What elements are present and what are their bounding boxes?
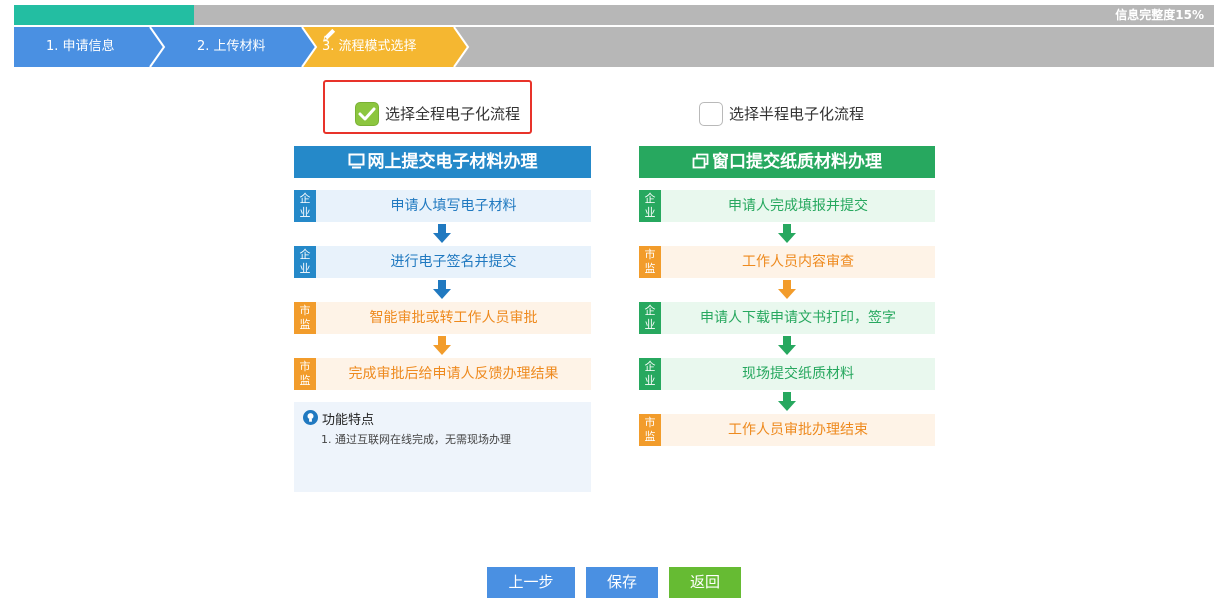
back-button[interactable]: 返回 <box>669 567 741 598</box>
role-tag-company: 企业 <box>294 246 316 278</box>
online-step-2-text: 进行电子签名并提交 <box>390 254 517 270</box>
arrow-down-icon <box>778 336 796 355</box>
full-electronic-checkbox[interactable] <box>355 102 379 126</box>
window-step-2: 市监 工作人员内容审查 <box>639 246 935 278</box>
online-step-3-text: 智能审批或转工作人员审批 <box>369 310 538 326</box>
arrow-down-icon <box>778 224 796 243</box>
progress-fill <box>14 5 194 25</box>
role-tag-supervision: 市监 <box>639 414 661 446</box>
online-step-1: 企业 申请人填写电子材料 <box>294 190 591 222</box>
features-item: 1. 通过互联网在线完成，无需现场办理 <box>321 433 511 446</box>
arrow-down-icon <box>778 392 796 411</box>
progress-bar: 信息完整度15% <box>14 5 1214 25</box>
pencil-icon <box>323 28 336 41</box>
save-button[interactable]: 保存 <box>586 567 658 598</box>
online-step-1-text: 申请人填写电子材料 <box>390 198 517 214</box>
online-step-4-text: 完成审批后给申请人反馈办理结果 <box>348 366 559 382</box>
step-2-label: 2. 上传材料 <box>197 39 266 54</box>
role-tag-supervision: 市监 <box>639 246 661 278</box>
window-step-5: 市监 工作人员审批办理结束 <box>639 414 935 446</box>
mode-half-electronic[interactable]: 选择半程电子化流程 <box>699 100 889 128</box>
window-step-1-text: 申请人完成填报并提交 <box>728 198 868 214</box>
arrow-down-icon <box>433 336 451 355</box>
role-tag-company: 企业 <box>639 190 661 222</box>
window-step-2-text: 工作人员内容审查 <box>742 254 854 270</box>
role-tag-company: 企业 <box>639 358 661 390</box>
lightbulb-icon <box>303 410 318 425</box>
window-step-3: 企业 申请人下载申请文书打印，签字 <box>639 302 935 334</box>
online-step-4: 市监 完成审批后给申请人反馈办理结果 <box>294 358 591 390</box>
online-panel-header: 网上提交电子材料办理 <box>294 146 591 178</box>
step-apply-info[interactable]: 1. 申请信息 <box>14 27 184 67</box>
half-electronic-label: 选择半程电子化流程 <box>729 105 865 123</box>
features-box: 功能特点 1. 通过互联网在线完成，无需现场办理 <box>294 402 591 492</box>
online-panel-title: 网上提交电子材料办理 <box>367 152 538 172</box>
step-bar: 3. 流程模式选择 2. 上传材料 1. 申请信息 <box>14 27 1214 67</box>
role-tag-supervision: 市监 <box>294 358 316 390</box>
window-step-4-text: 现场提交纸质材料 <box>742 366 854 382</box>
check-icon <box>358 107 376 121</box>
monitor-icon <box>348 153 364 169</box>
prev-step-button[interactable]: 上一步 <box>487 567 575 598</box>
full-electronic-label: 选择全程电子化流程 <box>385 105 521 123</box>
arrow-down-icon <box>778 280 796 299</box>
role-tag-company: 企业 <box>639 302 661 334</box>
window-panel-header: 窗口提交纸质材料办理 <box>639 146 935 178</box>
half-electronic-checkbox[interactable] <box>699 102 723 126</box>
step-1-label: 1. 申请信息 <box>46 39 115 54</box>
role-tag-company: 企业 <box>294 190 316 222</box>
online-step-3: 市监 智能审批或转工作人员审批 <box>294 302 591 334</box>
step-flow-mode[interactable]: 3. 流程模式选择 <box>302 27 472 67</box>
window-step-1: 企业 申请人完成填报并提交 <box>639 190 935 222</box>
window-step-5-text: 工作人员审批办理结束 <box>728 422 868 438</box>
window-step-3-text: 申请人下载申请文书打印，签字 <box>700 310 896 326</box>
window-step-4: 企业 现场提交纸质材料 <box>639 358 935 390</box>
window-panel-title: 窗口提交纸质材料办理 <box>712 152 882 172</box>
online-step-2: 企业 进行电子签名并提交 <box>294 246 591 278</box>
role-tag-supervision: 市监 <box>294 302 316 334</box>
window-icon <box>692 153 709 169</box>
features-title: 功能特点 <box>322 413 375 428</box>
arrow-down-icon <box>433 224 451 243</box>
arrow-down-icon <box>433 280 451 299</box>
progress-label: 信息完整度15% <box>1115 8 1204 22</box>
mode-full-electronic[interactable]: 选择全程电子化流程 <box>355 100 535 128</box>
